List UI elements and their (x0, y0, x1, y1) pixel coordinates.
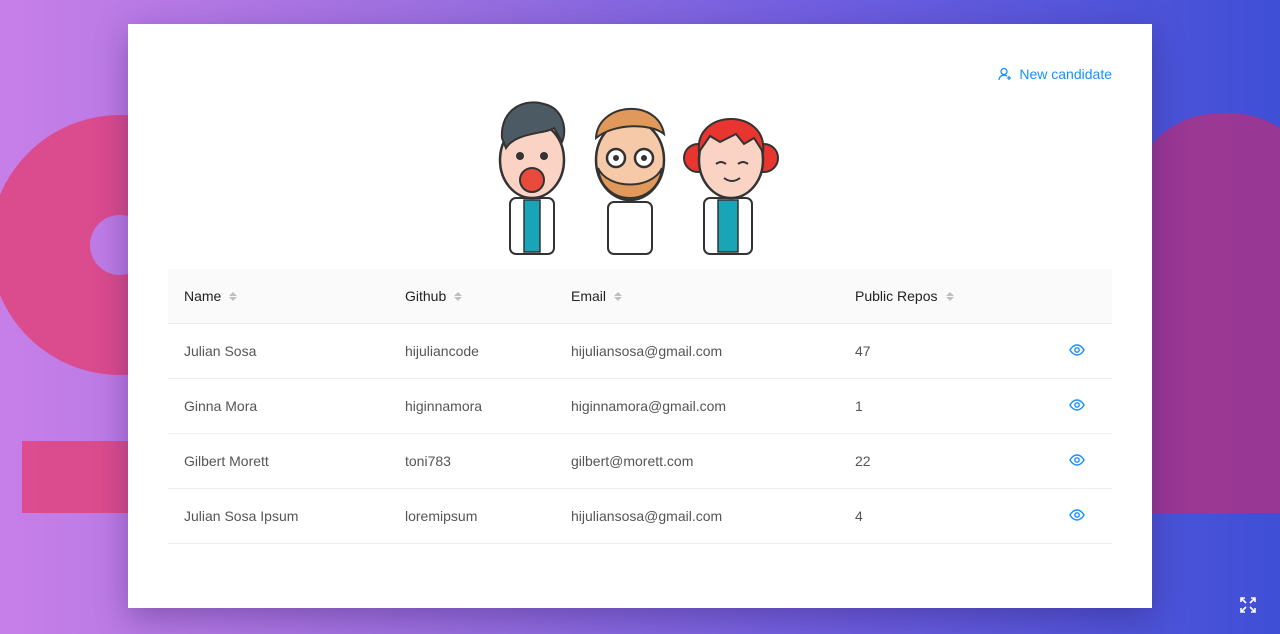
cell-repos: 22 (839, 433, 1041, 489)
eye-icon[interactable] (1068, 452, 1085, 468)
table-row: Julian Sosa hijuliancode hijuliansosa@gm… (168, 323, 1112, 379)
candidates-card: New candidate Name Github Email Public R… (128, 24, 1152, 608)
new-candidate-label: New candidate (1019, 66, 1112, 82)
user-add-icon (998, 67, 1012, 81)
cell-repos: 1 (839, 378, 1041, 434)
team-illustration (498, 101, 779, 255)
expand-icon[interactable] (1240, 597, 1256, 613)
column-header-public-repos[interactable]: Public Repos (839, 269, 1041, 324)
sort-icon[interactable] (614, 291, 623, 301)
cell-action (1041, 378, 1112, 434)
table-row: Gilbert Morett toni783 gilbert@morett.co… (168, 433, 1112, 489)
column-header-email[interactable]: Email (555, 269, 839, 324)
table-row: Ginna Mora higinnamora higinnamora@gmail… (168, 378, 1112, 434)
eye-icon[interactable] (1068, 397, 1085, 413)
table-row: Julian Sosa Ipsum loremipsum hijuliansos… (168, 488, 1112, 544)
cell-repos: 47 (839, 323, 1041, 379)
cell-name: Ginna Mora (168, 378, 389, 434)
cell-email: hijuliansosa@gmail.com (555, 488, 839, 544)
column-header-label: Name (184, 288, 222, 304)
background-shape-right (1130, 113, 1280, 513)
column-header-label: Email (571, 288, 607, 304)
cell-action (1041, 433, 1112, 489)
cell-github: hijuliancode (389, 323, 555, 379)
cell-github: toni783 (389, 433, 555, 489)
cell-email: higinnamora@gmail.com (555, 378, 839, 434)
column-header-action (1041, 269, 1112, 324)
new-candidate-button[interactable]: New candidate (998, 66, 1112, 82)
cell-email: gilbert@morett.com (555, 433, 839, 489)
eye-icon[interactable] (1068, 507, 1085, 523)
cell-name: Gilbert Morett (168, 433, 389, 489)
cell-name: Julian Sosa (168, 323, 389, 379)
cell-action (1041, 488, 1112, 544)
sort-icon[interactable] (454, 291, 463, 301)
cell-name: Julian Sosa Ipsum (168, 488, 389, 544)
cell-email: hijuliansosa@gmail.com (555, 323, 839, 379)
eye-icon[interactable] (1068, 342, 1085, 358)
column-header-label: Public Repos (855, 288, 938, 304)
column-header-name[interactable]: Name (168, 269, 389, 324)
cell-repos: 4 (839, 488, 1041, 544)
column-header-github[interactable]: Github (389, 269, 555, 324)
cell-github: loremipsum (389, 488, 555, 544)
candidates-table: Name Github Email Public Repos Julian So… (168, 269, 1112, 544)
sort-icon[interactable] (229, 291, 238, 301)
cell-action (1041, 323, 1112, 379)
sort-icon[interactable] (945, 291, 954, 301)
cell-github: higinnamora (389, 378, 555, 434)
table-header-row: Name Github Email Public Repos (168, 269, 1112, 324)
column-header-label: Github (405, 288, 447, 304)
